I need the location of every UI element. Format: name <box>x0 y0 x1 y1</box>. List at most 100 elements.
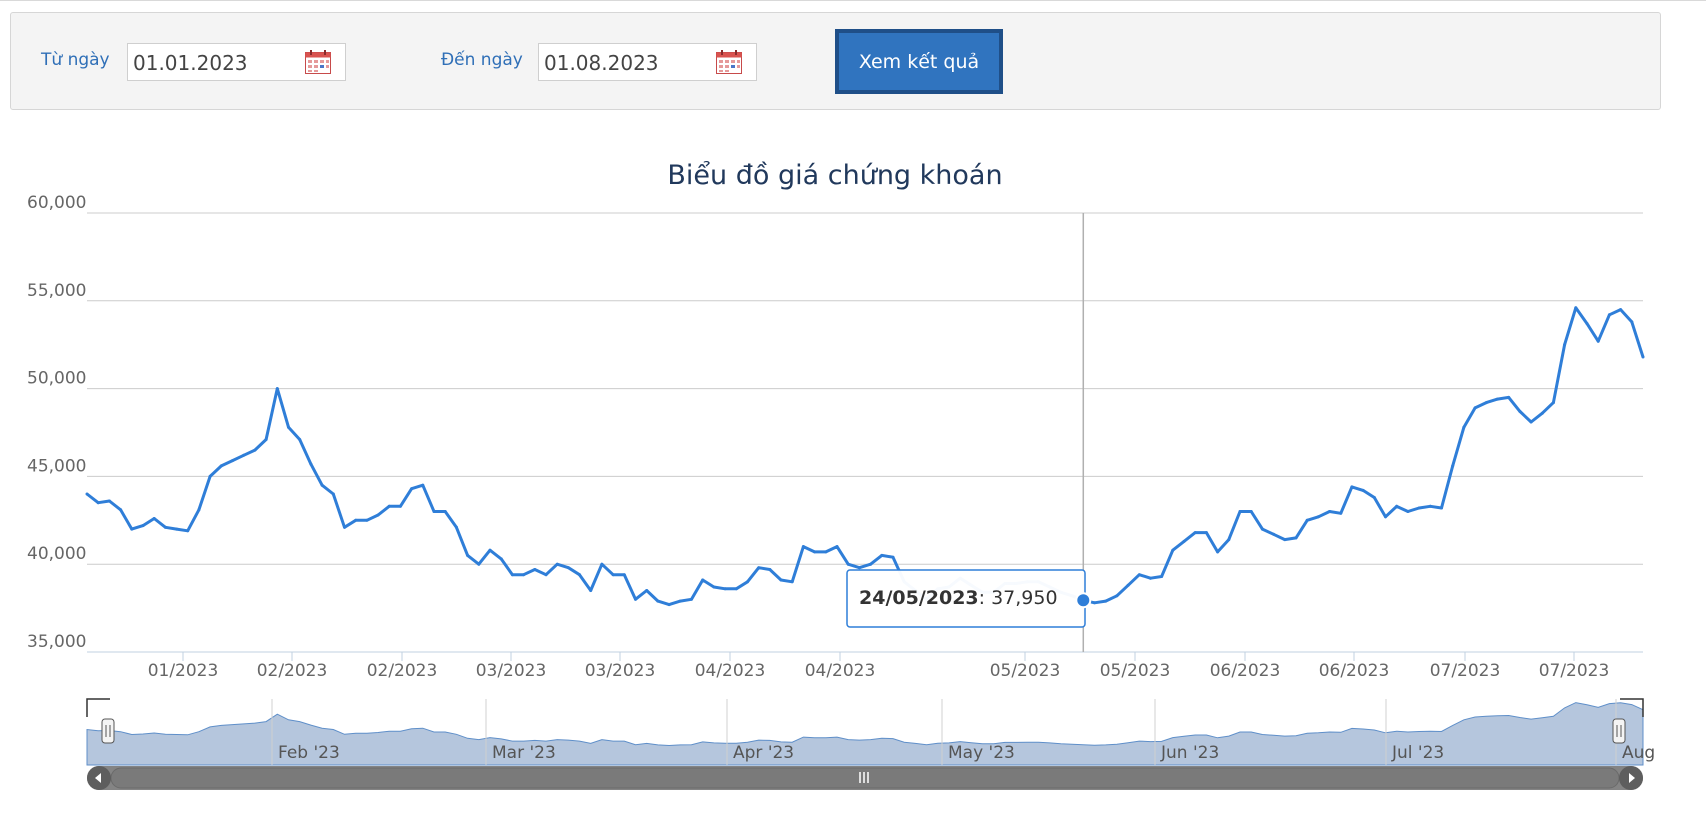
data-point <box>645 589 649 592</box>
data-point <box>656 599 660 603</box>
data-point <box>1451 464 1455 468</box>
x-tick-label: 02/2023 <box>367 661 438 681</box>
data-point <box>801 545 805 549</box>
tooltip: 24/05/2023: 37,950 <box>846 569 1086 628</box>
data-point <box>331 492 335 496</box>
grip-icon[interactable] <box>1612 718 1626 744</box>
data-point <box>846 562 850 566</box>
data-point <box>1316 515 1320 519</box>
data-point <box>1406 510 1410 513</box>
data-point <box>253 448 257 452</box>
data-point <box>857 566 861 570</box>
data-point <box>611 573 615 577</box>
data-point <box>712 585 716 589</box>
data-point <box>634 597 637 601</box>
data-point <box>1160 575 1164 578</box>
data-point <box>667 603 671 607</box>
data-point <box>264 438 268 441</box>
data-point <box>152 517 156 520</box>
data-point <box>1372 496 1376 499</box>
data-point <box>163 525 167 529</box>
data-point <box>1607 313 1611 317</box>
data-point <box>701 578 705 582</box>
price-points <box>85 306 1645 607</box>
data-point <box>1619 308 1623 312</box>
data-point <box>1395 504 1399 508</box>
data-point <box>1260 527 1264 531</box>
hover-point <box>1075 592 1092 609</box>
data-point <box>1574 306 1578 310</box>
x-tick-label: 07/2023 <box>1539 661 1610 681</box>
data-point <box>119 508 123 512</box>
data-point <box>1473 406 1477 410</box>
data-point <box>1305 518 1309 522</box>
x-axis-ticks <box>182 652 1575 661</box>
data-point <box>1585 322 1589 326</box>
data-point <box>376 513 380 517</box>
navigator-scrollbar-thumb[interactable] <box>110 767 1620 789</box>
data-point <box>1496 397 1499 401</box>
data-point <box>1641 355 1645 359</box>
data-point <box>1339 511 1343 515</box>
data-point <box>678 599 682 603</box>
data-point <box>1193 531 1197 535</box>
data-point <box>466 553 470 557</box>
x-tick-label: 05/2023 <box>1100 661 1171 681</box>
navigator-label: Feb '23 <box>278 743 340 763</box>
data-point <box>1551 401 1555 405</box>
data-point <box>208 474 212 478</box>
data-point <box>1204 531 1208 535</box>
tooltip-value: 37,950 <box>991 587 1057 609</box>
data-point <box>1093 601 1096 605</box>
grip-icon[interactable] <box>101 718 115 744</box>
price-chart[interactable]: 35,000 40,000 45,000 50,000 55,000 60,000 01/… <box>0 0 1706 820</box>
data-point <box>600 562 604 566</box>
data-point <box>790 580 794 584</box>
data-point <box>768 568 772 571</box>
data-point <box>1462 425 1466 429</box>
data-point <box>1115 594 1119 598</box>
data-point <box>533 568 537 571</box>
data-point <box>387 504 391 508</box>
data-point <box>354 518 358 522</box>
navigator[interactable]: Feb '23 Mar '23 Apr '23 May '23 Jun '23 Jul '… <box>86 698 1655 790</box>
data-point <box>1507 395 1511 399</box>
data-point <box>421 483 425 487</box>
data-point <box>1216 550 1220 554</box>
arrow-right-icon[interactable] <box>1619 766 1643 790</box>
data-point <box>1182 539 1186 543</box>
x-tick-label: 05/2023 <box>990 661 1061 681</box>
data-point <box>1428 504 1432 508</box>
data-point <box>454 525 458 529</box>
data-point <box>757 566 761 570</box>
data-point <box>824 550 828 554</box>
x-tick-label: 06/2023 <box>1319 661 1390 681</box>
y-tick-label: 40,000 <box>27 544 86 564</box>
data-point <box>242 453 246 457</box>
data-point <box>589 589 593 592</box>
data-point <box>219 464 223 468</box>
data-point <box>1283 538 1287 542</box>
data-point <box>1137 573 1141 577</box>
data-point <box>622 573 626 577</box>
data-point <box>443 510 447 513</box>
x-tick-label: 03/2023 <box>476 661 547 681</box>
arrow-left-icon[interactable] <box>87 766 111 790</box>
data-point <box>85 492 89 496</box>
data-point <box>555 562 559 566</box>
data-point <box>1272 532 1276 536</box>
x-tick-label: 04/2023 <box>695 661 766 681</box>
data-point <box>1384 515 1387 519</box>
x-axis-labels: 01/2023 02/2023 02/2023 03/2023 03/2023 04/20… <box>148 661 1610 681</box>
data-point <box>813 550 817 554</box>
data-point <box>186 529 190 533</box>
data-point <box>488 548 492 552</box>
data-point <box>1171 548 1175 552</box>
data-point <box>287 425 290 429</box>
data-point <box>410 487 414 491</box>
navigator-label: Jul '23 <box>1391 743 1444 763</box>
data-point <box>869 562 873 566</box>
data-point <box>835 545 839 549</box>
data-point <box>499 557 503 561</box>
data-point <box>1529 420 1533 424</box>
